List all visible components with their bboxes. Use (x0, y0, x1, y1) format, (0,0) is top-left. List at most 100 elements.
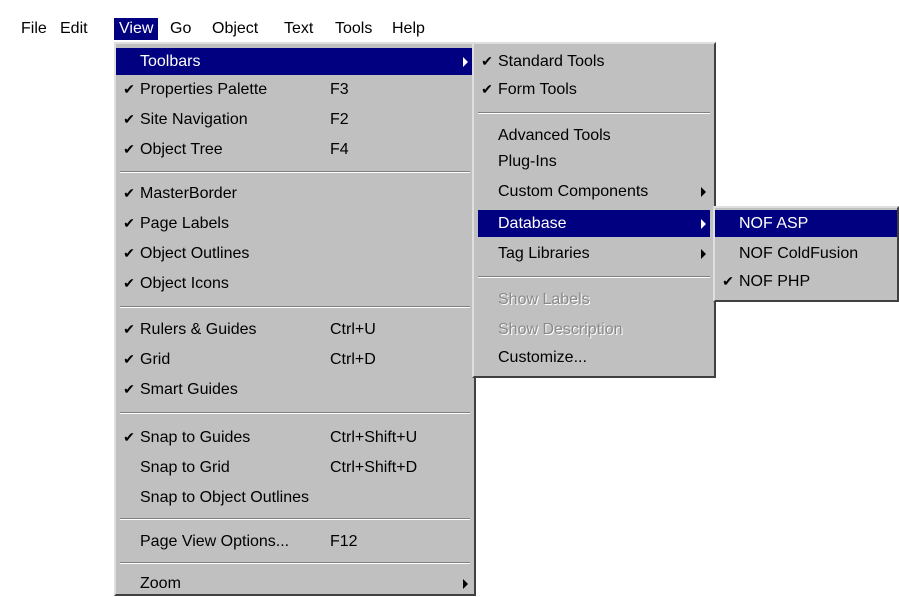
check-icon: ✔ (123, 141, 135, 157)
toolbars-item-form-tools[interactable]: ✔ Form Tools (474, 76, 714, 103)
database-item-nof-asp[interactable]: NOF ASP (715, 210, 897, 237)
menu-separator (120, 562, 470, 564)
menu-item-label: Smart Guides (140, 381, 238, 398)
toolbars-item-show-labels[interactable]: Show Labels (474, 286, 714, 313)
toolbars-item-plug-ins[interactable]: Plug-Ins (474, 148, 714, 175)
menu-item-label: Form Tools (498, 81, 577, 98)
view-menu: Toolbars ✔ Properties Palette F3 ✔ Site … (114, 42, 476, 596)
view-menu-item-snap-to-guides[interactable]: ✔ Snap to Guides Ctrl+Shift+U (116, 424, 474, 451)
check-icon: ✔ (123, 245, 135, 261)
view-menu-item-object-tree[interactable]: ✔ Object Tree F4 (116, 136, 474, 163)
menu-item-label: Tag Libraries (498, 245, 590, 262)
toolbars-item-custom-components[interactable]: Custom Components (474, 178, 714, 205)
menu-item-label: NOF ColdFusion (739, 245, 859, 262)
menu-item-label: MasterBorder (140, 185, 237, 202)
view-menu-item-masterborder[interactable]: ✔ MasterBorder (116, 180, 474, 207)
menu-separator (120, 171, 470, 173)
menu-item-label: Snap to Guides (140, 429, 251, 446)
menu-item-shortcut: F12 (330, 533, 358, 550)
check-icon: ✔ (123, 111, 135, 127)
menu-item-label: NOF ASP (739, 215, 809, 232)
menu-item-label: Object Outlines (140, 245, 250, 262)
toolbars-submenu: ✔ Standard Tools ✔ Form Tools Advanced T… (472, 42, 716, 378)
check-icon: ✔ (481, 53, 493, 69)
submenu-arrow-icon (701, 187, 706, 197)
menu-item-label: Snap to Grid (140, 459, 230, 476)
menu-item-label: Plug-Ins (498, 153, 557, 170)
menu-separator (120, 412, 470, 414)
menu-separator (478, 112, 710, 114)
menu-item-label: Toolbars (140, 53, 201, 70)
submenu-arrow-icon (463, 57, 468, 67)
menu-separator (478, 276, 710, 278)
toolbars-item-standard-tools[interactable]: ✔ Standard Tools (474, 48, 714, 75)
view-menu-item-snap-to-grid[interactable]: Snap to Grid Ctrl+Shift+D (116, 454, 474, 481)
view-menu-item-page-labels[interactable]: ✔ Page Labels (116, 210, 474, 237)
menu-item-label: Database (498, 215, 567, 232)
menu-item-label: Snap to Object Outlines (140, 489, 309, 506)
menu-edit[interactable]: Edit (55, 18, 93, 40)
view-menu-item-object-icons[interactable]: ✔ Object Icons (116, 270, 474, 297)
check-icon: ✔ (123, 275, 135, 291)
view-menu-item-snap-to-object-outlines[interactable]: Snap to Object Outlines (116, 484, 474, 511)
menu-go[interactable]: Go (165, 18, 196, 40)
view-menu-item-zoom[interactable]: Zoom (116, 570, 474, 597)
view-menu-item-rulers-guides[interactable]: ✔ Rulers & Guides Ctrl+U (116, 316, 474, 343)
check-icon: ✔ (123, 81, 135, 97)
menu-item-label: Rulers & Guides (140, 321, 257, 338)
check-icon: ✔ (481, 81, 493, 97)
menu-separator (120, 306, 470, 308)
menu-item-label: NOF PHP (739, 273, 811, 290)
check-icon: ✔ (722, 273, 734, 289)
view-menu-item-properties-palette[interactable]: ✔ Properties Palette F3 (116, 76, 474, 103)
view-menu-item-toolbars[interactable]: Toolbars (116, 48, 474, 75)
submenu-arrow-icon (701, 219, 706, 229)
view-menu-item-site-navigation[interactable]: ✔ Site Navigation F2 (116, 106, 474, 133)
toolbars-item-advanced-tools[interactable]: Advanced Tools (474, 122, 714, 149)
check-icon: ✔ (123, 215, 135, 231)
menu-tools[interactable]: Tools (330, 18, 377, 40)
view-menu-item-page-view-options[interactable]: Page View Options... F12 (116, 528, 474, 555)
toolbars-item-database[interactable]: Database (478, 210, 710, 237)
menu-item-shortcut: Ctrl+D (330, 351, 376, 368)
menu-item-label: Zoom (140, 575, 181, 592)
menu-item-label: Page View Options... (140, 533, 290, 550)
view-menu-item-grid[interactable]: ✔ Grid Ctrl+D (116, 346, 474, 373)
menu-item-shortcut: Ctrl+Shift+U (330, 429, 418, 446)
menu-item-label: Customize... (498, 349, 587, 366)
database-submenu: NOF ASP NOF ColdFusion ✔ NOF PHP (713, 206, 899, 302)
menu-item-shortcut: F4 (330, 141, 349, 158)
menu-text[interactable]: Text (279, 18, 318, 40)
menu-item-label: Advanced Tools (498, 127, 611, 144)
check-icon: ✔ (123, 185, 135, 201)
menu-object[interactable]: Object (207, 18, 263, 40)
menu-view[interactable]: View (114, 18, 159, 40)
toolbars-item-tag-libraries[interactable]: Tag Libraries (474, 240, 714, 267)
toolbars-item-customize[interactable]: Customize... (474, 344, 714, 371)
menu-item-shortcut: F3 (330, 81, 349, 98)
check-icon: ✔ (123, 321, 135, 337)
toolbars-item-show-description[interactable]: Show Description (474, 316, 714, 343)
check-icon: ✔ (123, 381, 135, 397)
menu-bar: File Edit View Go Object Text Tools Help (0, 0, 899, 42)
menu-separator (120, 518, 470, 520)
menu-item-shortcut: Ctrl+Shift+D (330, 459, 418, 476)
submenu-arrow-icon (463, 579, 468, 589)
menu-item-label: Show Labels (498, 291, 590, 308)
menu-item-label: Object Tree (140, 141, 223, 158)
menu-item-label: Page Labels (140, 215, 229, 232)
view-menu-item-object-outlines[interactable]: ✔ Object Outlines (116, 240, 474, 267)
menu-item-label: Properties Palette (140, 81, 268, 98)
menu-item-label: Grid (140, 351, 171, 368)
check-icon: ✔ (123, 429, 135, 445)
menu-item-label: Site Navigation (140, 111, 248, 128)
menu-item-label: Custom Components (498, 183, 649, 200)
menu-item-shortcut: F2 (330, 111, 349, 128)
menu-help[interactable]: Help (387, 18, 430, 40)
view-menu-item-smart-guides[interactable]: ✔ Smart Guides (116, 376, 474, 403)
submenu-arrow-icon (701, 249, 706, 259)
database-item-nof-php[interactable]: ✔ NOF PHP (715, 268, 897, 295)
database-item-nof-coldfusion[interactable]: NOF ColdFusion (715, 240, 897, 267)
menu-item-label: Show Description (498, 321, 623, 338)
menu-file[interactable]: File (16, 18, 52, 40)
